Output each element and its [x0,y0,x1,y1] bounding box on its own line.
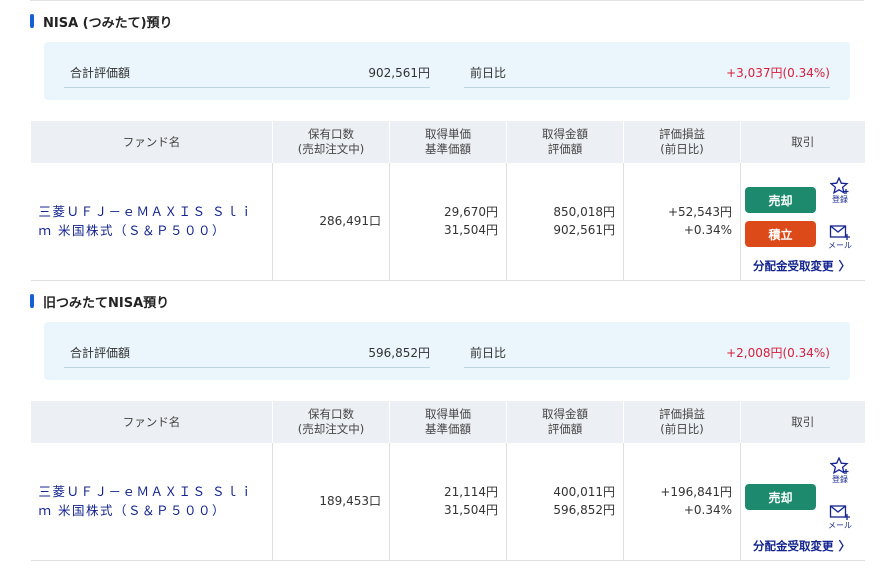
pl-pct-value: +0.34% [683,223,732,238]
units-cell: 189,453口 [272,443,390,561]
table-header: ファンド名 保有口数 (売却注文中) 取得単価 基準価額 取得金額 評価額 評価損益(… [30,121,865,163]
distribution-change-label: 分配金受取変更 [753,258,834,273]
section-title-text: NISA (つみたて)預り [43,15,173,31]
register-label: 登録 [832,475,848,484]
base-price-value: 31,504円 [444,503,498,518]
base-price-value: 31,504円 [444,223,498,238]
section-accent-bar [30,14,34,28]
pl-cell: +52,543円 +0.34% [623,163,741,281]
mail-plus-icon [829,225,850,240]
register-button[interactable]: 登録 [827,177,853,204]
day-change-value: +2,008円(0.34%) [726,346,830,360]
table-row: 三菱ＵＦＪ－ｅＭＡＸＩＳ Ｓｌｉｍ 米国株式（Ｓ＆Ｐ５００） 286,491口 … [30,163,865,281]
acq-price-value: 21,114円 [444,485,498,500]
col-units: 保有口数 (売却注文中) [272,121,390,163]
eval-amount-value: 902,561円 [553,223,615,238]
section-accent-bar [30,294,34,308]
distribution-change-link[interactable]: 分配金受取変更 〉 [753,257,851,274]
amount-cell: 850,018円 902,561円 [506,163,624,281]
day-change-label: 前日比 [470,346,507,360]
pl-pct-value: +0.34% [683,503,732,518]
col-trade: 取引 [740,121,865,163]
amount-cell: 400,011円 596,852円 [506,443,624,561]
summary-box: 合計評価額 902,561円 前日比 +3,037円(0.34%) [44,42,850,100]
total-valuation-value: 596,852円 [368,346,430,360]
col-amount: 取得金額 評価額 [506,401,624,443]
mail-label: メール [828,241,852,250]
accumulate-button[interactable]: 積立 [745,221,816,247]
units-cell: 286,491口 [272,163,390,281]
col-units: 保有口数 (売却注文中) [272,401,390,443]
chevron-right-icon: 〉 [838,539,851,553]
units-value: 286,491口 [319,214,381,229]
eval-amount-value: 596,852円 [553,503,615,518]
trade-cell: 売却 積立 登録 メール 分配金受取変更 〉 [740,163,865,281]
chevron-right-icon: 〉 [838,259,851,273]
day-change-value: +3,037円(0.34%) [726,66,830,80]
price-cell: 21,114円 31,504円 [389,443,507,561]
total-valuation-value: 902,561円 [368,66,430,80]
acq-price-value: 29,670円 [444,205,498,220]
fund-name-cell: 三菱ＵＦＪ－ｅＭＡＸＩＳ Ｓｌｉｍ 米国株式（Ｓ＆Ｐ５００） [30,443,273,561]
col-fund-name: ファンド名 [30,121,273,163]
mail-label: メール [828,521,852,530]
price-cell: 29,670円 31,504円 [389,163,507,281]
acq-amount-value: 850,018円 [553,205,615,220]
sell-button[interactable]: 売却 [745,187,816,213]
total-valuation-label: 合計評価額 [70,346,131,360]
section-title-text: 旧つみたてNISA預り [43,295,170,311]
col-amount: 取得金額 評価額 [506,121,624,163]
total-valuation-label: 合計評価額 [70,66,131,80]
units-value: 189,453口 [319,494,381,509]
pl-value: +196,841円 [660,485,732,500]
register-button[interactable]: 登録 [827,457,853,484]
fund-table: ファンド名 保有口数 (売却注文中) 取得単価 基準価額 取得金額 評価額 評価損益(… [30,401,865,561]
distribution-change-link[interactable]: 分配金受取変更 〉 [753,537,851,554]
fund-name-link[interactable]: 三菱ＵＦＪ－ｅＭＡＸＩＳ Ｓｌｉｍ 米国株式（Ｓ＆Ｐ５００） [39,202,265,240]
star-plus-icon [830,457,849,475]
col-price: 取得単価 基準価額 [389,121,507,163]
day-change-label: 前日比 [470,66,507,80]
trade-cell: 売却 登録 メール 分配金受取変更 〉 [740,443,865,561]
table-row: 三菱ＵＦＪ－ｅＭＡＸＩＳ Ｓｌｉｍ 米国株式（Ｓ＆Ｐ５００） 189,453口 … [30,443,865,561]
pl-value: +52,543円 [667,205,732,220]
total-valuation: 合計評価額 596,852円 [64,334,430,368]
pl-cell: +196,841円 +0.34% [623,443,741,561]
day-change: 前日比 +3,037円(0.34%) [464,54,830,88]
summary-box: 合計評価額 596,852円 前日比 +2,008円(0.34%) [44,322,850,380]
mail-plus-icon [829,505,850,520]
fund-name-cell: 三菱ＵＦＪ－ｅＭＡＸＩＳ Ｓｌｉｍ 米国株式（Ｓ＆Ｐ５００） [30,163,273,281]
star-plus-icon [830,177,849,195]
col-fund-name: ファンド名 [30,401,273,443]
top-divider [30,0,864,1]
col-pl: 評価損益 (前日比) [623,121,741,163]
total-valuation: 合計評価額 902,561円 [64,54,430,88]
register-label: 登録 [832,195,848,204]
table-header: ファンド名 保有口数 (売却注文中) 取得単価 基準価額 取得金額 評価額 評価損益(… [30,401,865,443]
distribution-change-label: 分配金受取変更 [753,538,834,553]
sell-button[interactable]: 売却 [745,484,816,510]
col-pl: 評価損益 (前日比) [623,401,741,443]
fund-table: ファンド名 保有口数 (売却注文中) 取得単価 基準価額 取得金額 評価額 評価損益(… [30,121,865,281]
col-trade: 取引 [740,401,865,443]
acq-amount-value: 400,011円 [553,485,615,500]
fund-name-link[interactable]: 三菱ＵＦＪ－ｅＭＡＸＩＳ Ｓｌｉｍ 米国株式（Ｓ＆Ｐ５００） [39,482,265,520]
mail-button[interactable]: メール [827,223,853,250]
section-title: 旧つみたてNISA預り [30,291,169,311]
mail-button[interactable]: メール [827,503,853,530]
section-title: NISA (つみたて)預り [30,11,173,31]
col-price: 取得単価 基準価額 [389,401,507,443]
day-change: 前日比 +2,008円(0.34%) [464,334,830,368]
